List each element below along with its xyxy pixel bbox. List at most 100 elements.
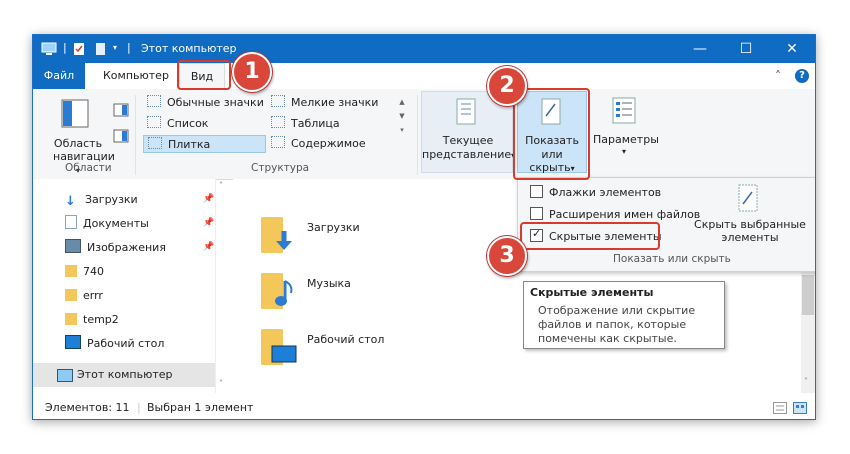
properties-icon[interactable] (73, 42, 86, 56)
folder-tile-desktop[interactable]: Рабочий стол (261, 329, 391, 369)
folder-tile-desktop-label: Рабочий стол (307, 333, 385, 346)
details-pane-icon[interactable] (113, 129, 129, 143)
nav-item-folder-740-label: 740 (83, 265, 104, 278)
scroll-down-icon[interactable]: ▼ (397, 109, 407, 123)
nav-item-this-pc-label: Этот компьютер (77, 368, 173, 381)
group-label-panes: Области (65, 162, 112, 174)
nav-item-folder-740[interactable]: 740 (65, 261, 104, 283)
details-icon (271, 116, 285, 128)
tooltip-line1: Отображение или скрытие (538, 304, 696, 317)
hide-selected-button[interactable]: Скрыть выбранные элементы (688, 218, 812, 244)
status-selected: Выбран 1 элемент (147, 401, 254, 414)
folder-tile-downloads[interactable]: Загрузки (261, 217, 381, 257)
nav-item-folder-errr[interactable]: errr (65, 285, 103, 307)
new-folder-icon[interactable] (95, 42, 107, 56)
layout-small-icons-label: Мелкие значки (291, 96, 379, 109)
status-bar: Элементов: 11 | Выбран 1 элемент (33, 397, 815, 419)
highlight-hidden-items (520, 222, 660, 250)
tooltip-body: Отображение или скрытие файлов и папок, … (538, 304, 695, 346)
nav-item-folder-temp2[interactable]: temp2 (65, 309, 119, 331)
hide-selected-icon (738, 184, 758, 212)
options-icon (612, 97, 636, 124)
navigation-pane: ↓ Загрузки 📌 Документы 📌 Изображения 📌 74… (33, 179, 223, 393)
item-checkboxes-option[interactable]: Флажки элементов (530, 184, 661, 202)
folder-tile-music[interactable]: Музыка (261, 273, 381, 313)
maximize-button[interactable]: ☐ (723, 35, 769, 63)
file-extensions-checkbox[interactable] (530, 207, 543, 220)
layout-list-label: Список (167, 117, 209, 130)
nav-item-folder-temp2-label: temp2 (83, 313, 119, 326)
tooltip: Скрытые элементы Отображение или скрытие… (523, 281, 725, 349)
large-icons-view-icon[interactable] (793, 402, 807, 414)
folder-icon (65, 289, 77, 301)
nav-item-desktop-label: Рабочий стол (87, 337, 165, 350)
qat-separator: | (63, 41, 67, 54)
current-view-icon (456, 98, 476, 125)
layout-large-icons-label: Обычные значки (167, 96, 264, 109)
tab-file[interactable]: Файл (33, 63, 85, 89)
close-button[interactable]: ✕ (769, 35, 815, 63)
content-icon (271, 136, 285, 148)
tab-computer[interactable]: Компьютер (103, 63, 169, 89)
details-view-icon[interactable] (773, 402, 787, 414)
pin-icon[interactable]: 📌 (203, 218, 214, 228)
scroll-up-icon[interactable]: ˄ (219, 181, 223, 190)
layout-details[interactable]: Таблица (267, 115, 397, 133)
options-label: Параметры (593, 133, 659, 146)
current-view-label2-text: представление (422, 148, 512, 161)
nav-item-pictures[interactable]: Изображения (65, 237, 166, 259)
layout-content[interactable]: Содержимое (267, 135, 397, 153)
ribbon-collapse-button[interactable]: ˄ (775, 63, 781, 89)
hide-selected-label1: Скрыть выбранные (694, 218, 806, 231)
computer-icon (41, 42, 57, 55)
expand-icon[interactable]: ▾ (397, 123, 407, 137)
nav-item-desktop[interactable]: Рабочий стол (65, 333, 164, 355)
minimize-button[interactable]: — (677, 35, 723, 63)
item-checkboxes-checkbox[interactable] (530, 185, 543, 198)
options-button[interactable]: Параметры ▾ (593, 91, 659, 173)
pin-icon[interactable]: 📌 (203, 242, 214, 252)
status-divider: | (137, 401, 141, 414)
current-view-label2: представление▾ (422, 148, 515, 161)
computer-icon (57, 369, 73, 382)
list-icon (147, 116, 161, 128)
group-label-show-hide: Показать или скрыть (613, 253, 731, 265)
title-bar: | ▾ | Этот компьютер — ☐ ✕ (33, 35, 815, 63)
nav-item-folder-errr-label: errr (83, 289, 103, 302)
nav-item-downloads-label: Загрузки (85, 193, 138, 206)
large-icons-icon (147, 95, 161, 107)
tooltip-title: Скрытые элементы (530, 286, 654, 299)
item-checkboxes-label: Флажки элементов (549, 186, 662, 199)
pictures-icon (65, 239, 81, 253)
help-button[interactable]: ? (795, 69, 809, 83)
file-extensions-label: Расширения имен файлов (549, 208, 701, 221)
nav-item-this-pc[interactable]: Этот компьютер (33, 363, 215, 387)
layout-scroll[interactable]: ▲ ▼ ▾ (397, 95, 407, 155)
nav-scrollbar[interactable]: ˄ ˅ (219, 179, 231, 393)
scroll-down-icon[interactable]: ˅ (804, 377, 808, 386)
layout-tiles-label: Плитка (168, 138, 211, 151)
nav-item-documents[interactable]: Документы (65, 213, 149, 235)
folder-icon (65, 313, 77, 325)
layout-large-icons[interactable]: Обычные значки (143, 94, 266, 112)
scroll-up-icon[interactable]: ▲ (397, 95, 407, 109)
preview-pane-icon[interactable] (113, 103, 129, 117)
scroll-down-icon[interactable]: ˅ (219, 379, 223, 388)
desktop-icon (271, 345, 297, 363)
layout-list[interactable]: Список (143, 115, 266, 133)
nav-item-downloads[interactable]: ↓ Загрузки (65, 189, 138, 211)
qat-dropdown-icon[interactable]: ▾ (113, 43, 117, 52)
current-view-label1: Текущее (442, 134, 494, 147)
ribbon: Область навигации ▾ Области Обычные знач… (33, 89, 815, 180)
scroll-thumb[interactable] (802, 275, 814, 315)
layout-tiles[interactable]: Плитка (143, 135, 266, 153)
ribbon-tabs: Файл Компьютер Вид ˄ ? (33, 63, 815, 90)
title-separator: | (127, 41, 131, 54)
layout-small-icons[interactable]: Мелкие значки (267, 94, 397, 112)
highlight-view-tab (177, 60, 231, 90)
step-badge-1: 1 (232, 52, 272, 92)
music-icon (275, 280, 293, 306)
folder-tile-music-label: Музыка (307, 277, 351, 290)
group-separator-2 (417, 95, 418, 175)
pin-icon[interactable]: 📌 (203, 194, 214, 204)
